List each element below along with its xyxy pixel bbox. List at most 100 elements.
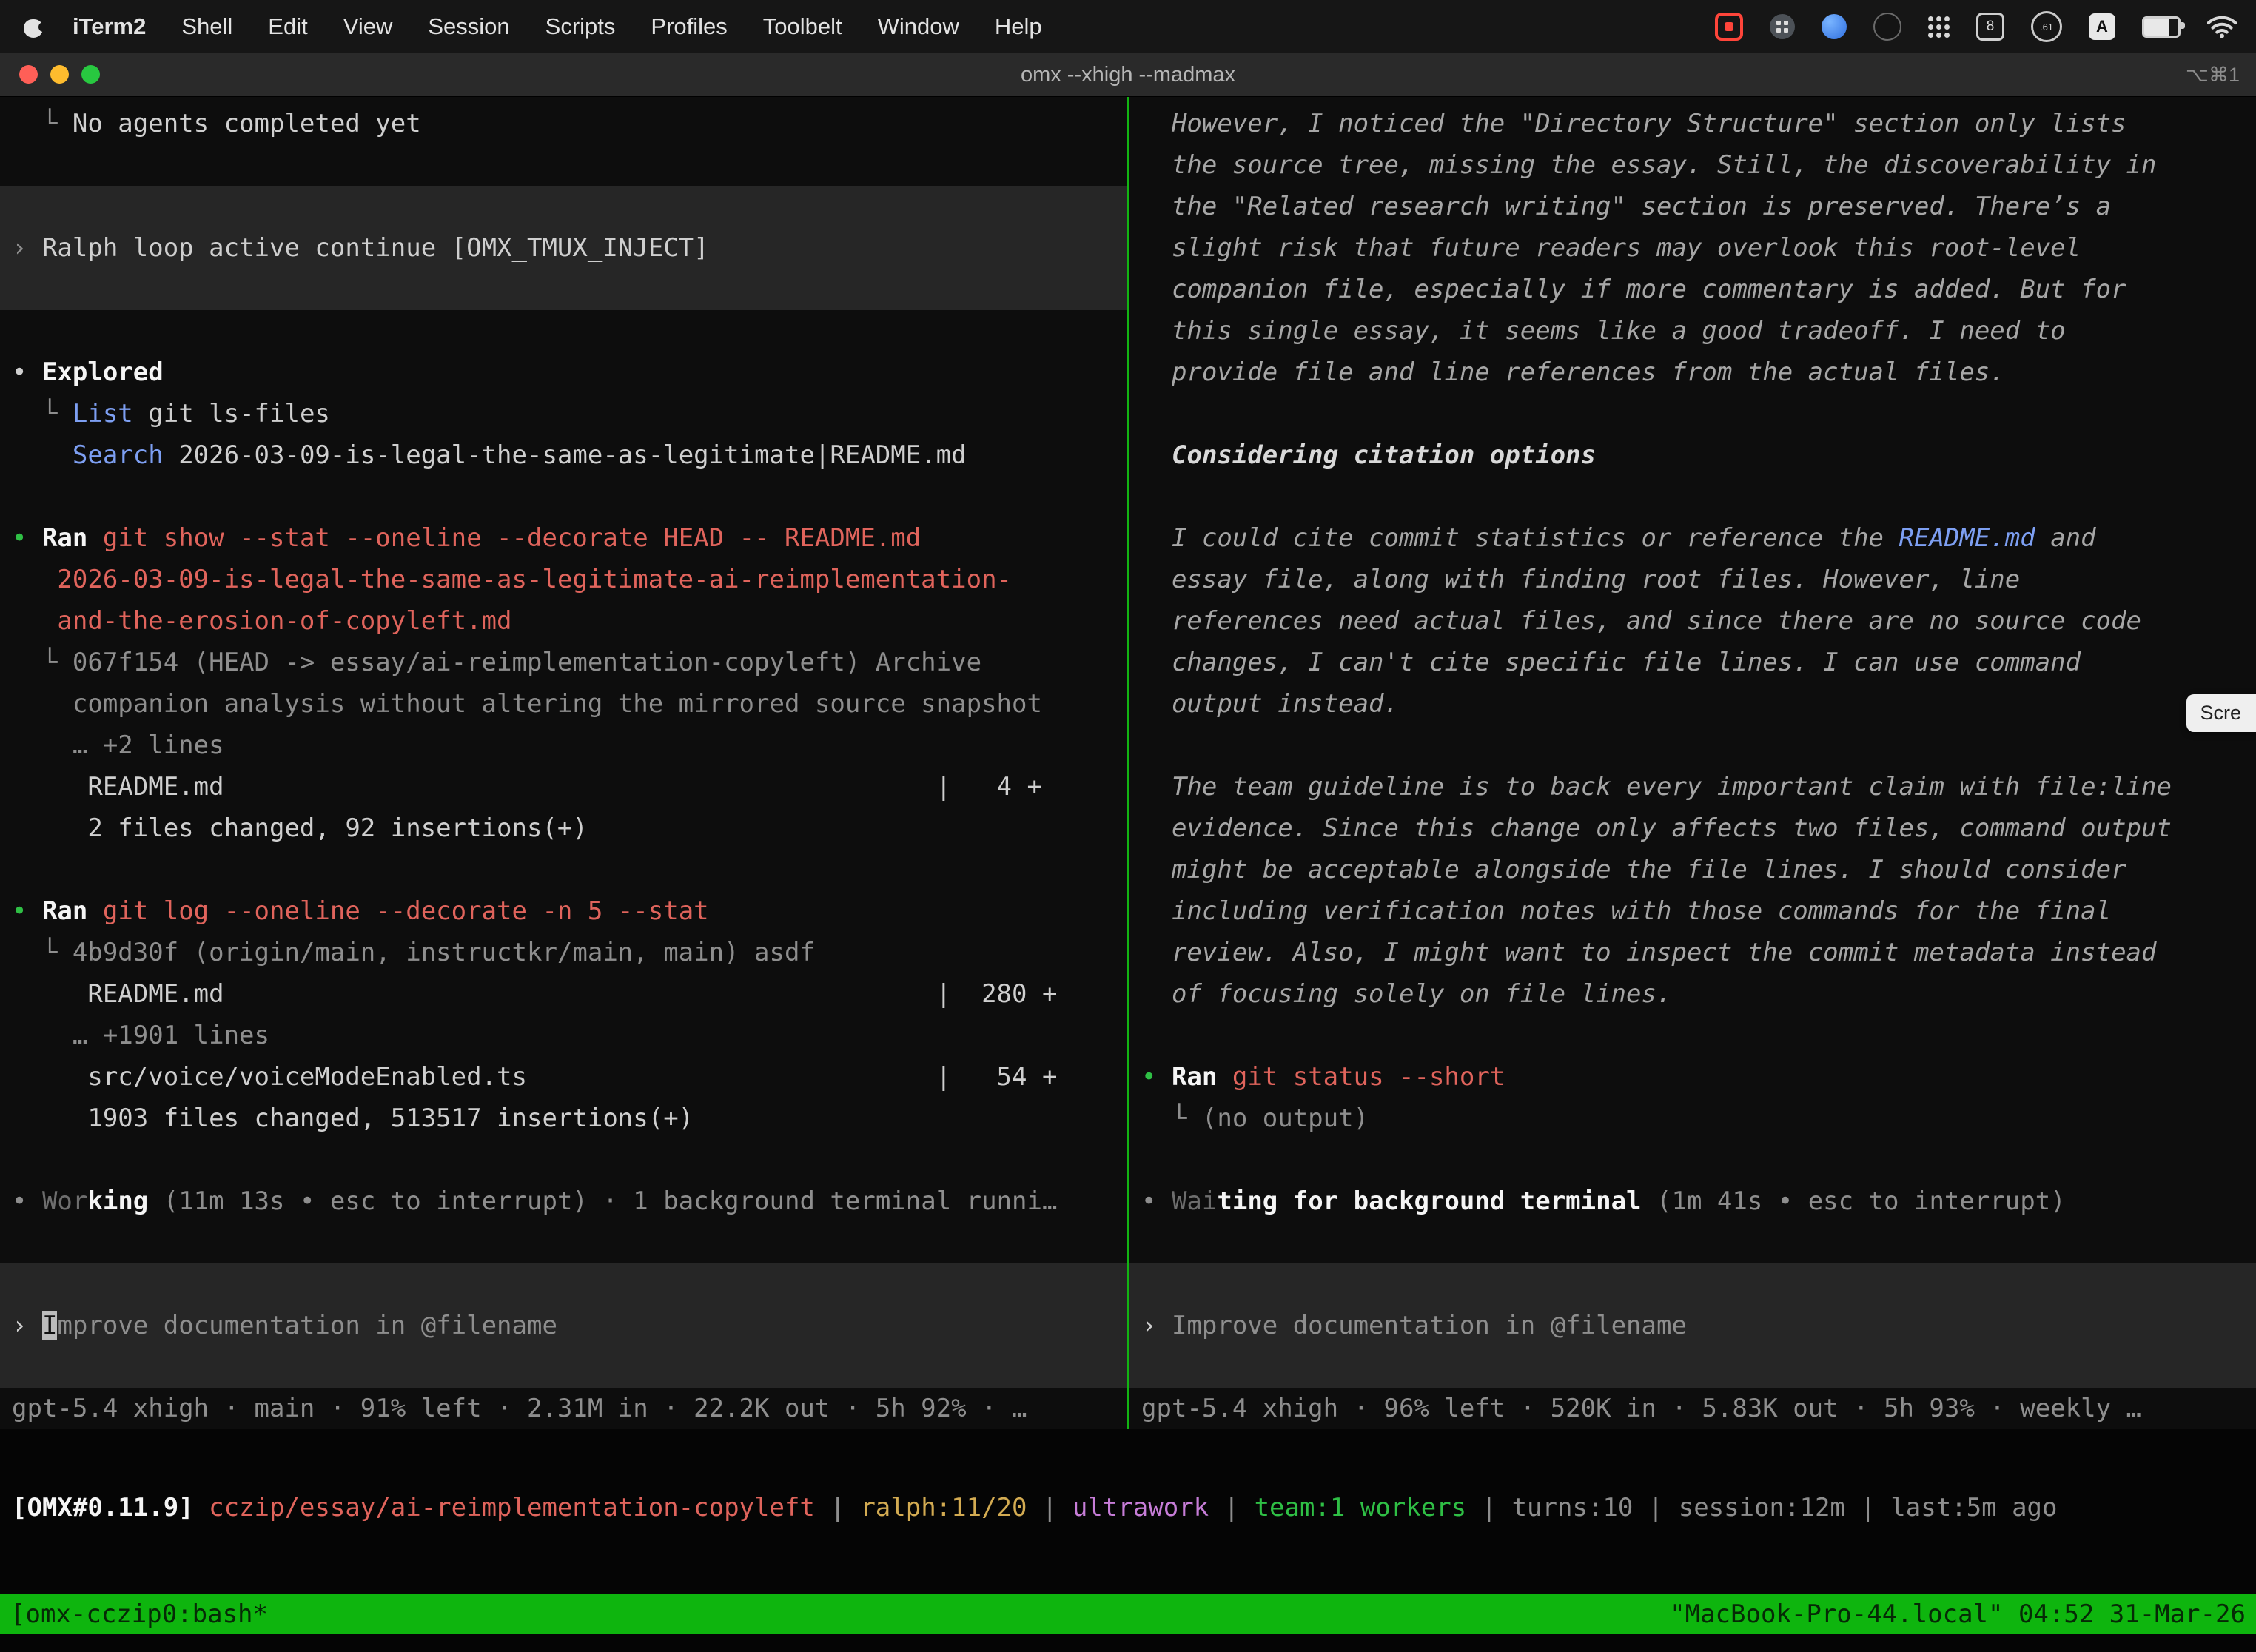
left-pane: └ No agents completed yet› Ralph loop ac… [0,97,1127,1429]
terminal-line: src/voice/voiceModeEnabled.ts | 54 + [0,1056,1127,1098]
terminal-line: • Ran git status --short [1129,1056,2256,1098]
window-title-bar: omx --xhigh --madmax ⌥⌘1 [0,53,2256,97]
menu-item-shell[interactable]: Shell [164,13,250,40]
battery-icon[interactable] [2142,16,2181,38]
text-segment: └ [12,399,73,429]
terminal-line [1129,1346,2256,1388]
terminal-line [0,849,1127,890]
terminal-line: └ 067f154 (HEAD -> essay/ai-reimplementa… [0,642,1127,683]
text-segment: • [12,523,42,553]
terminal-line [0,269,1127,310]
text-segment: | [1209,1493,1254,1522]
menu-bar: iTerm2ShellEditViewSessionScriptsProfile… [0,0,2256,53]
screen-record-indicator-icon[interactable] [1715,13,1743,41]
command-input[interactable]: › Improve documentation in @filename [1129,1305,2256,1346]
text-segment: └ [12,109,73,138]
app-8-icon[interactable]: 8 [1976,13,2004,41]
terminal-line [1129,393,2256,434]
minimize-button[interactable] [50,65,69,84]
text-segment: Ralph loop active continue [OMX_TMUX_INJ… [42,233,709,263]
text-segment: src/voice/voiceModeEnabled.ts | 54 + [12,1062,1057,1092]
terminal-line: Search 2026-03-09-is-legal-the-same-as-l… [0,434,1127,476]
terminal-line: • Waiting for background terminal (1m 41… [1129,1181,2256,1222]
menu-item-edit[interactable]: Edit [250,13,325,40]
terminal-line [0,186,1127,227]
menu-item-window[interactable]: Window [860,13,977,40]
text-segment: • [1141,1062,1172,1092]
text-segment: 2026-03-09-is-legal-the-same-as-legitima… [12,565,1012,594]
terminal-line: However, I noticed the "Directory Struct… [1129,103,2256,144]
status-icons: 8 .61 A [1715,11,2237,42]
dark-app-icon[interactable] [1873,13,1901,41]
close-button[interactable] [19,65,38,84]
terminal-line: README.md | 4 + [0,766,1127,807]
terminal-line [1129,1139,2256,1181]
terminal-line: I could cite commit statistics or refere… [1129,517,2256,559]
keyboard-layout-icon[interactable]: A [2089,13,2115,40]
menu-item-help[interactable]: Help [977,13,1060,40]
terminal-line [0,476,1127,517]
terminal-line: companion file, especially if more comme… [1129,269,2256,310]
text-segment: I could cite commit statistics or refere… [1141,523,1899,553]
screen-overlay-button[interactable]: Scre [2186,694,2256,732]
battery-gauge-icon[interactable]: .61 [2031,11,2062,42]
apple-menu-icon[interactable] [24,16,43,38]
terminal-line: changes, I can't cite specific file line… [1129,642,2256,683]
menu-item-toolbelt[interactable]: Toolbelt [745,13,860,40]
text-segment: might be acceptable alongside the file l… [1141,855,2126,884]
omx-status-bar: [OMX#0.11.9] cczip/essay/ai-reimplementa… [0,1487,2256,1528]
menu-item-scripts[interactable]: Scripts [528,13,634,40]
bento-grid-icon[interactable] [1770,14,1795,39]
terminal-line: 2 files changed, 92 insertions(+) [0,807,1127,849]
terminal-line: might be acceptable alongside the file l… [1129,849,2256,890]
terminal-line: … +2 lines [0,725,1127,766]
text-segment: | [815,1493,860,1522]
terminal-line: essay file, along with finding root file… [1129,559,2256,600]
text-segment: | [1027,1493,1072,1522]
wifi-icon[interactable] [2207,16,2237,38]
text-segment: ralph:11/20 [860,1493,1027,1522]
terminal-line: of focusing solely on file lines. [1129,973,2256,1015]
text-segment: (11m 13s • esc to interrupt) · 1 backgro… [148,1186,1057,1216]
text-segment: Ran [1172,1062,1232,1092]
terminal-line: └ (no output) [1129,1098,2256,1139]
text-segment: Considering citation options [1141,440,1596,470]
text-segment: team:1 workers [1255,1493,1467,1522]
terminal-line [0,310,1127,352]
menu-item-iterm2[interactable]: iTerm2 [55,13,164,40]
menu-item-profiles[interactable]: Profiles [633,13,745,40]
menu-item-session[interactable]: Session [410,13,527,40]
text-segment: evidence. Since this change only affects… [1141,813,2172,843]
terminal-line: and-the-erosion-of-copyleft.md [0,600,1127,642]
terminal-line: README.md | 280 + [0,973,1127,1015]
terminal-line: output instead. [1129,683,2256,725]
text-segment: output instead. [1141,689,1399,719]
dots-grid-icon[interactable] [1928,16,1933,21]
text-segment: slight risk that future readers may over… [1141,233,2081,263]
menu-item-view[interactable]: View [326,13,411,40]
menu-items: iTerm2ShellEditViewSessionScriptsProfile… [19,13,1060,40]
command-input[interactable]: › Improve documentation in @filename [0,1305,1127,1346]
tmux-host-clock: "MacBook-Pro-44.local" 04:52 31-Mar-26 [1670,1599,2246,1629]
terminal-line: evidence. Since this change only affects… [1129,807,2256,849]
terminal-line: provide file and line references from th… [1129,352,2256,393]
terminal-line: slight risk that future readers may over… [1129,227,2256,269]
text-segment: Improve documentation in @filename [1172,1311,1687,1340]
text-segment: and-the-erosion-of-copyleft.md [12,606,512,636]
text-segment: Wai [1172,1186,1217,1216]
text-segment: Explored [42,357,164,387]
text-segment: • [12,896,42,926]
text-segment: this single essay, it seems like a good … [1141,316,2066,346]
text-segment: … +1901 lines [12,1021,269,1050]
text-segment: git show --stat --oneline --decorate HEA… [103,523,921,553]
terminal-line [0,1263,1127,1305]
text-segment: • [1141,1186,1172,1216]
text-segment: including verification notes with those … [1141,896,2111,926]
text-segment: mprove documentation in @filename [57,1311,557,1340]
text-segment: essay file, along with finding root file… [1141,565,2020,594]
text-segment: and [2035,523,2096,553]
text-segment: review. Also, I might want to inspect th… [1141,938,2156,967]
zoom-button[interactable] [81,65,100,84]
blue-app-icon[interactable] [1822,14,1847,39]
text-segment: ultrawork [1072,1493,1209,1522]
